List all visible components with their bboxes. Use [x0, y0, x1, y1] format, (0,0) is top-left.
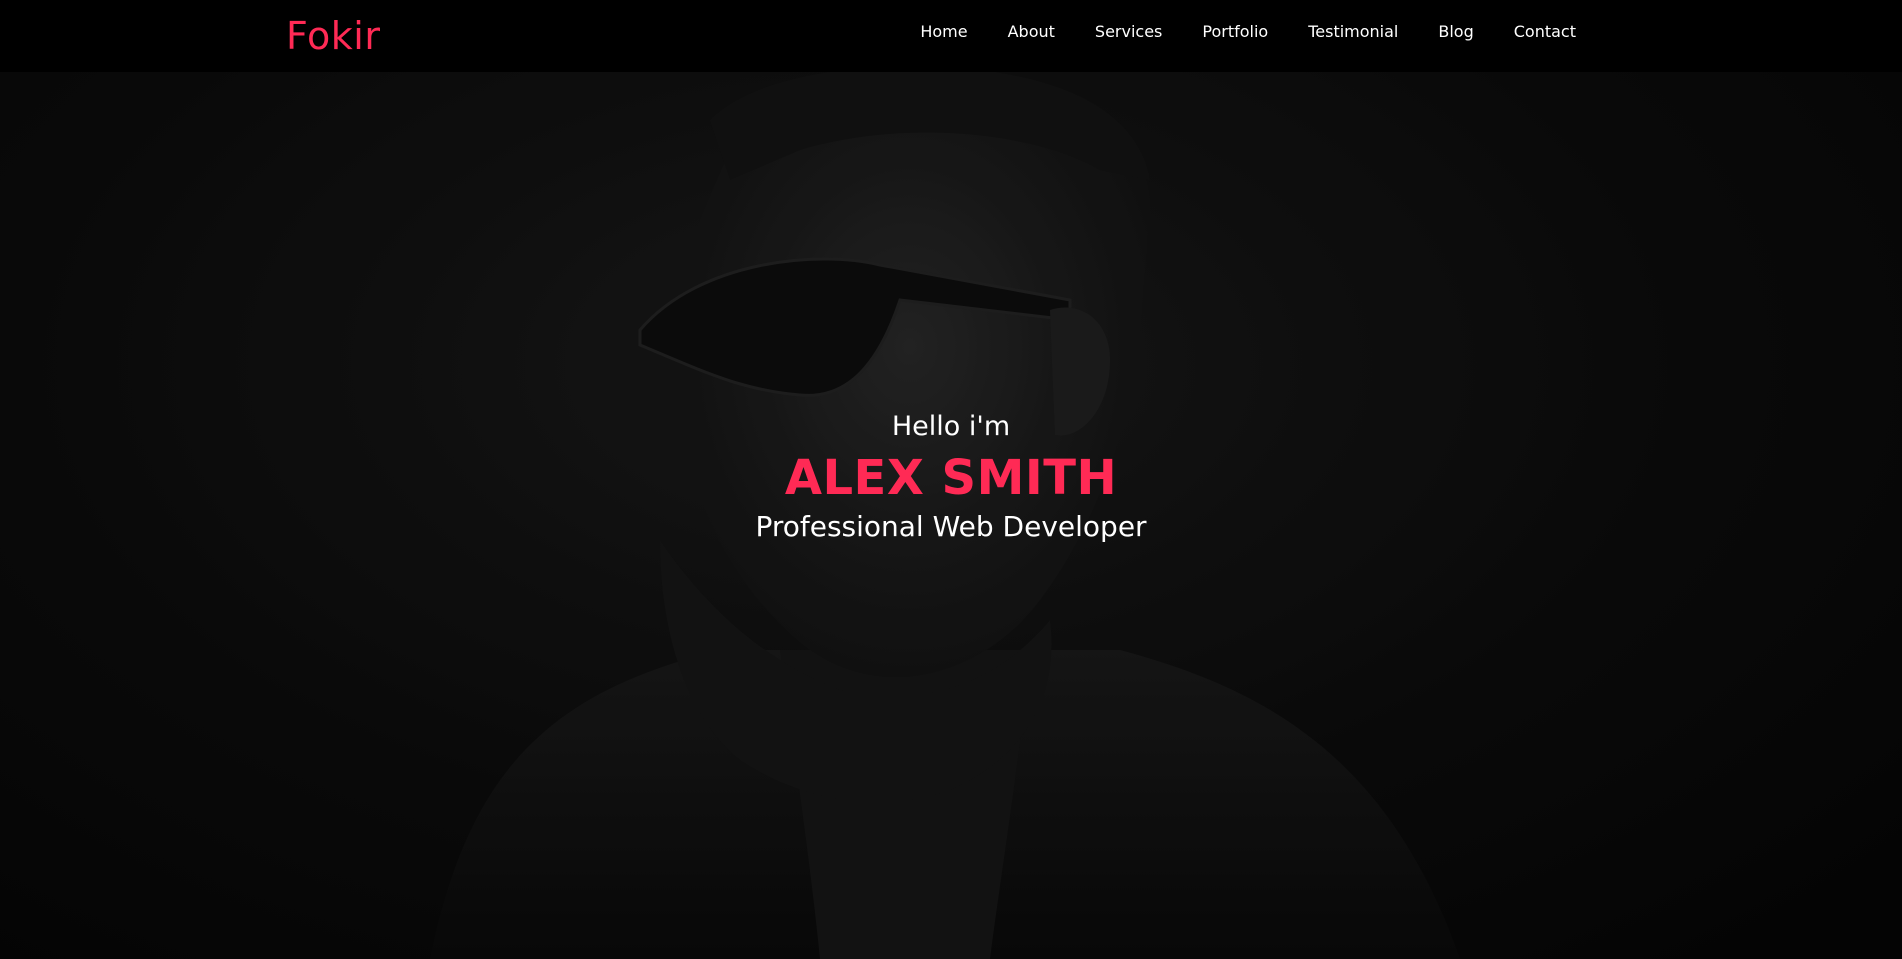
nav-links: Home About Services Portfolio Testimonia… [900, 20, 1596, 44]
nav-link-contact[interactable]: Contact [1494, 20, 1596, 44]
nav-link-home[interactable]: Home [900, 20, 987, 44]
hero-role: Professional Web Developer [755, 510, 1147, 543]
navbar: Fokir Home About Services Portfolio Test… [0, 0, 1902, 72]
brand-logo[interactable]: Fokir [286, 14, 380, 58]
hero-intro: Hello i'm [891, 411, 1011, 442]
nav-link-blog[interactable]: Blog [1418, 20, 1493, 44]
nav-link-testimonial[interactable]: Testimonial [1288, 20, 1418, 44]
nav-link-portfolio[interactable]: Portfolio [1182, 20, 1288, 44]
hero-text: Hello i'm ALEX SMITH Professional Web De… [0, 408, 1902, 546]
hero-name: ALEX SMITH [784, 450, 1118, 506]
nav-link-about[interactable]: About [988, 20, 1075, 44]
page: Fokir Home About Services Portfolio Test… [0, 0, 1902, 959]
nav-link-services[interactable]: Services [1075, 20, 1182, 44]
